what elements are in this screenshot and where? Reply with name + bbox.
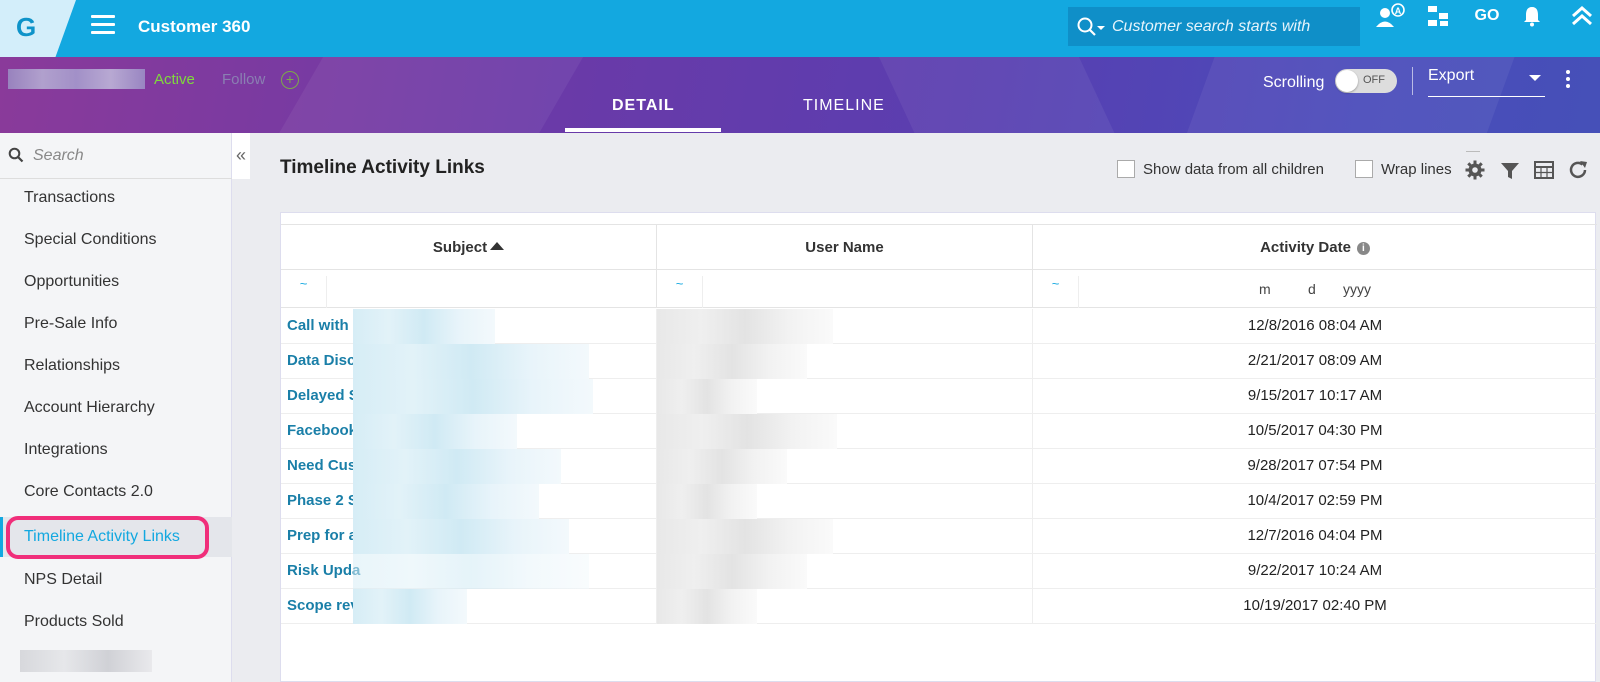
tab-detail[interactable]: DETAIL — [612, 97, 675, 115]
gear-icon[interactable] — [1463, 158, 1487, 182]
show-children-label: Show data from all children — [1143, 161, 1324, 178]
sidebar-item-special-conditions[interactable]: Special Conditions — [0, 220, 232, 260]
chevron-down-icon — [1529, 75, 1541, 81]
customer-search-input[interactable] — [1112, 7, 1356, 46]
toggle-state: OFF — [1363, 74, 1385, 86]
export-dropdown[interactable]: Export — [1428, 67, 1545, 97]
search-dropdown-icon[interactable] — [1076, 16, 1106, 38]
table-row[interactable]: Facebook 10/5/2017 04:30 PM — [281, 414, 1597, 449]
scrolling-toggle[interactable]: OFF — [1335, 69, 1397, 93]
sidebar-item-redacted — [20, 650, 152, 672]
filter-operator[interactable]: ~ — [281, 276, 327, 308]
activity-date-cell: 9/22/2017 10:24 AM — [1247, 562, 1383, 579]
customer-search[interactable] — [1068, 7, 1360, 46]
divider — [1412, 67, 1413, 95]
go-button[interactable]: GO — [1467, 0, 1507, 32]
subject-link[interactable]: Scope rev — [281, 589, 657, 624]
collapse-sidebar-icon[interactable]: « — [232, 133, 250, 179]
filter-operator[interactable]: ~ — [657, 276, 703, 308]
date-month-placeholder[interactable]: m — [1259, 281, 1271, 297]
sidebar-item-relationships[interactable]: Relationships — [0, 346, 232, 386]
hamburger-menu-icon[interactable] — [91, 15, 115, 35]
activity-date-cell: 12/7/2016 04:04 PM — [1247, 527, 1383, 544]
sidebar-item-opportunities[interactable]: Opportunities — [0, 262, 232, 302]
table-row[interactable]: Call with 12/8/2016 08:04 AM — [281, 309, 1597, 344]
subject-filter[interactable]: ~ — [281, 270, 657, 308]
top-bar: G Customer 360 A GO — [0, 0, 1600, 57]
wrap-lines-checkbox[interactable]: Wrap lines — [1355, 160, 1452, 178]
sidebar-item-products-sold[interactable]: Products Sold — [0, 602, 232, 642]
info-icon[interactable]: i — [1356, 242, 1370, 255]
date-year-placeholder[interactable]: yyyy — [1343, 281, 1371, 297]
logo-letter: G — [16, 12, 37, 42]
scrolling-label: Scrolling — [1263, 74, 1325, 91]
tab-active-indicator — [565, 128, 721, 132]
user-name-filter[interactable]: ~ — [657, 270, 1033, 308]
table-columns-icon[interactable] — [1532, 158, 1556, 182]
activity-date-cell: 2/21/2017 08:09 AM — [1247, 352, 1383, 369]
follow-link[interactable]: Follow — [222, 71, 265, 88]
wrap-lines-label: Wrap lines — [1381, 161, 1452, 178]
more-options-icon[interactable] — [1566, 70, 1572, 92]
filter-operator[interactable]: ~ — [1033, 276, 1079, 308]
activity-date-cell: 9/15/2017 10:17 AM — [1247, 387, 1383, 404]
table-row[interactable]: Prep for a 12/7/2016 04:04 PM — [281, 519, 1597, 554]
page-title: Timeline Activity Links — [280, 157, 485, 178]
sidebar-item-account-hierarchy[interactable]: Account Hierarchy — [0, 388, 232, 428]
bell-icon[interactable] — [1516, 0, 1548, 32]
activity-date-cell: 12/8/2016 08:04 AM — [1247, 317, 1383, 334]
activity-table: Subject User Name Activity Date i ~ ~ ~ m… — [280, 212, 1597, 682]
column-header-activity-date[interactable]: Activity Date i — [1033, 225, 1597, 271]
column-header-user-name[interactable]: User Name — [657, 225, 1033, 271]
checkbox[interactable] — [1117, 160, 1135, 178]
export-label: Export — [1428, 67, 1475, 84]
table-header: Subject User Name Activity Date i — [281, 224, 1597, 271]
show-children-checkbox[interactable]: Show data from all children — [1117, 160, 1324, 178]
table-row[interactable]: Phase 2 S 10/4/2017 02:59 PM — [281, 484, 1597, 519]
follow-plus-icon[interactable]: + — [281, 71, 299, 89]
column-header-subject[interactable]: Subject — [281, 225, 657, 271]
checkbox[interactable] — [1355, 160, 1373, 178]
table-row[interactable]: Need Cus 9/28/2017 07:54 PM — [281, 449, 1597, 484]
account-header: Active Follow + DETAIL TIMELINE Scrollin… — [0, 57, 1600, 133]
app-title: Customer 360 — [138, 17, 251, 36]
activity-date-cell: 10/5/2017 04:30 PM — [1247, 422, 1383, 439]
user-alert-icon[interactable]: A — [1374, 0, 1406, 32]
hierarchy-icon[interactable] — [1422, 0, 1454, 32]
activity-date-filter[interactable]: ~ m d yyyy — [1033, 270, 1597, 308]
svg-text:A: A — [1395, 6, 1402, 16]
divider — [1466, 151, 1480, 152]
tab-timeline[interactable]: TIMELINE — [803, 97, 885, 115]
refresh-icon[interactable] — [1566, 158, 1590, 182]
search-icon — [8, 147, 24, 163]
sidebar-item-transactions[interactable]: Transactions — [0, 178, 232, 218]
table-row[interactable]: Scope rev 10/19/2017 02:40 PM — [281, 589, 1597, 624]
table-row[interactable]: Delayed S 9/15/2017 10:17 AM — [281, 379, 1597, 414]
logo[interactable]: G — [0, 0, 76, 57]
sort-ascending-icon — [490, 242, 505, 250]
sidebar-item-core-contacts[interactable]: Core Contacts 2.0 — [0, 472, 232, 512]
table-row[interactable]: Data Disc 2/21/2017 08:09 AM — [281, 344, 1597, 379]
sidebar-item-integrations[interactable]: Integrations — [0, 430, 232, 470]
collapse-up-icon[interactable] — [1566, 0, 1598, 32]
activity-date-cell: 10/19/2017 02:40 PM — [1243, 597, 1387, 614]
filter-icon[interactable] — [1498, 158, 1522, 182]
date-day-placeholder[interactable]: d — [1308, 281, 1316, 297]
sidebar-search-input[interactable] — [33, 133, 223, 179]
activity-date-cell: 9/28/2017 07:54 PM — [1247, 457, 1383, 474]
activity-date-cell: 10/4/2017 02:59 PM — [1247, 492, 1383, 509]
status-badge: Active — [154, 71, 195, 88]
highlight-annotation — [6, 516, 209, 559]
table-row[interactable]: Risk Upda 9/22/2017 10:24 AM — [281, 554, 1597, 589]
sidebar-item-nps-detail[interactable]: NPS Detail — [0, 560, 232, 600]
account-name-redacted — [8, 69, 145, 89]
filter-row: ~ ~ ~ m d yyyy — [281, 270, 1597, 308]
sidebar-item-pre-sale-info[interactable]: Pre-Sale Info — [0, 304, 232, 344]
sidebar-search[interactable] — [0, 133, 232, 179]
